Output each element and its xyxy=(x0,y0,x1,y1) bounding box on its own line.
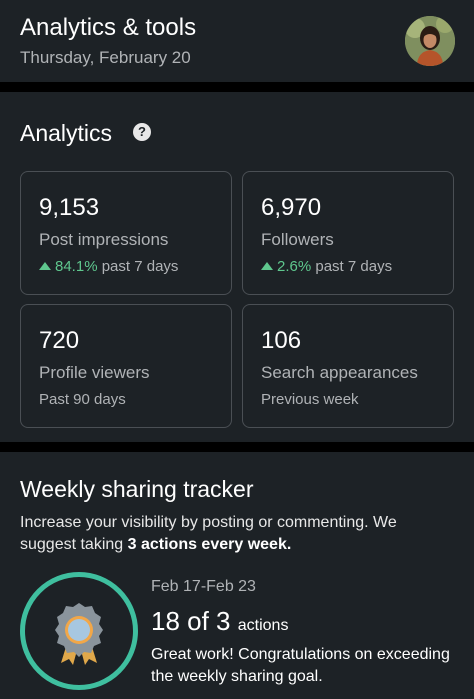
card-label: Post impressions xyxy=(39,230,169,249)
tracker-title: Weekly sharing tracker xyxy=(20,476,254,502)
card-value: 6,970 xyxy=(261,194,322,221)
tracker-count-unit: actions xyxy=(237,617,289,634)
card-period: past 7 days xyxy=(101,258,179,275)
progress-ring xyxy=(20,572,138,690)
tracker-date-range: Feb 17-Feb 23 xyxy=(151,578,256,595)
card-period: past 7 days xyxy=(315,258,393,275)
tracker-goal: 3 actions every week. xyxy=(127,536,292,553)
page-title: Analytics & tools xyxy=(20,14,197,41)
card-period: Previous week xyxy=(261,391,359,408)
card-trend: 2.6% past 7 days xyxy=(261,258,392,275)
award-badge-icon xyxy=(55,603,103,665)
card-value: 720 xyxy=(39,327,80,354)
tracker-message: Great work! Congratulations on exceeding… xyxy=(151,646,450,685)
card-trend: 84.1% past 7 days xyxy=(39,258,178,275)
tracker-description: Increase your visibility by posting or c… xyxy=(20,512,450,556)
card-label: Profile viewers xyxy=(39,363,150,382)
card-label: Followers xyxy=(261,230,334,249)
post-impressions-card[interactable]: 9,153 Post impressions 84.1% past 7 days xyxy=(20,171,232,295)
avatar[interactable] xyxy=(405,16,455,66)
trend-up-icon xyxy=(39,262,51,270)
analytics-section: Analytics ? 9,153 Post impressions 84.1%… xyxy=(0,92,474,442)
card-change: 84.1% xyxy=(55,258,98,275)
card-label: Search appearances xyxy=(261,363,418,382)
profile-viewers-card[interactable]: 720 Profile viewers Past 90 days xyxy=(20,304,232,428)
card-period: Past 90 days xyxy=(39,391,126,408)
search-appearances-card[interactable]: 106 Search appearances Previous week xyxy=(242,304,454,428)
trend-up-icon xyxy=(261,262,273,270)
analytics-title: Analytics xyxy=(20,120,113,146)
weekly-sharing-tracker: Weekly sharing tracker Increase your vis… xyxy=(0,452,474,699)
page-header: Analytics & tools Thursday, February 20 xyxy=(0,0,474,82)
tracker-count: 18 of 3 actions xyxy=(151,606,288,637)
card-value: 106 xyxy=(261,327,302,354)
card-value: 9,153 xyxy=(39,194,100,221)
card-change: 2.6% xyxy=(277,258,312,275)
avatar-image xyxy=(405,16,455,66)
page-date: Thursday, February 20 xyxy=(20,48,191,67)
tracker-count-value: 18 of 3 xyxy=(151,606,231,636)
followers-card[interactable]: 6,970 Followers 2.6% past 7 days xyxy=(242,171,454,295)
question-circle-icon[interactable]: ? xyxy=(133,123,151,141)
